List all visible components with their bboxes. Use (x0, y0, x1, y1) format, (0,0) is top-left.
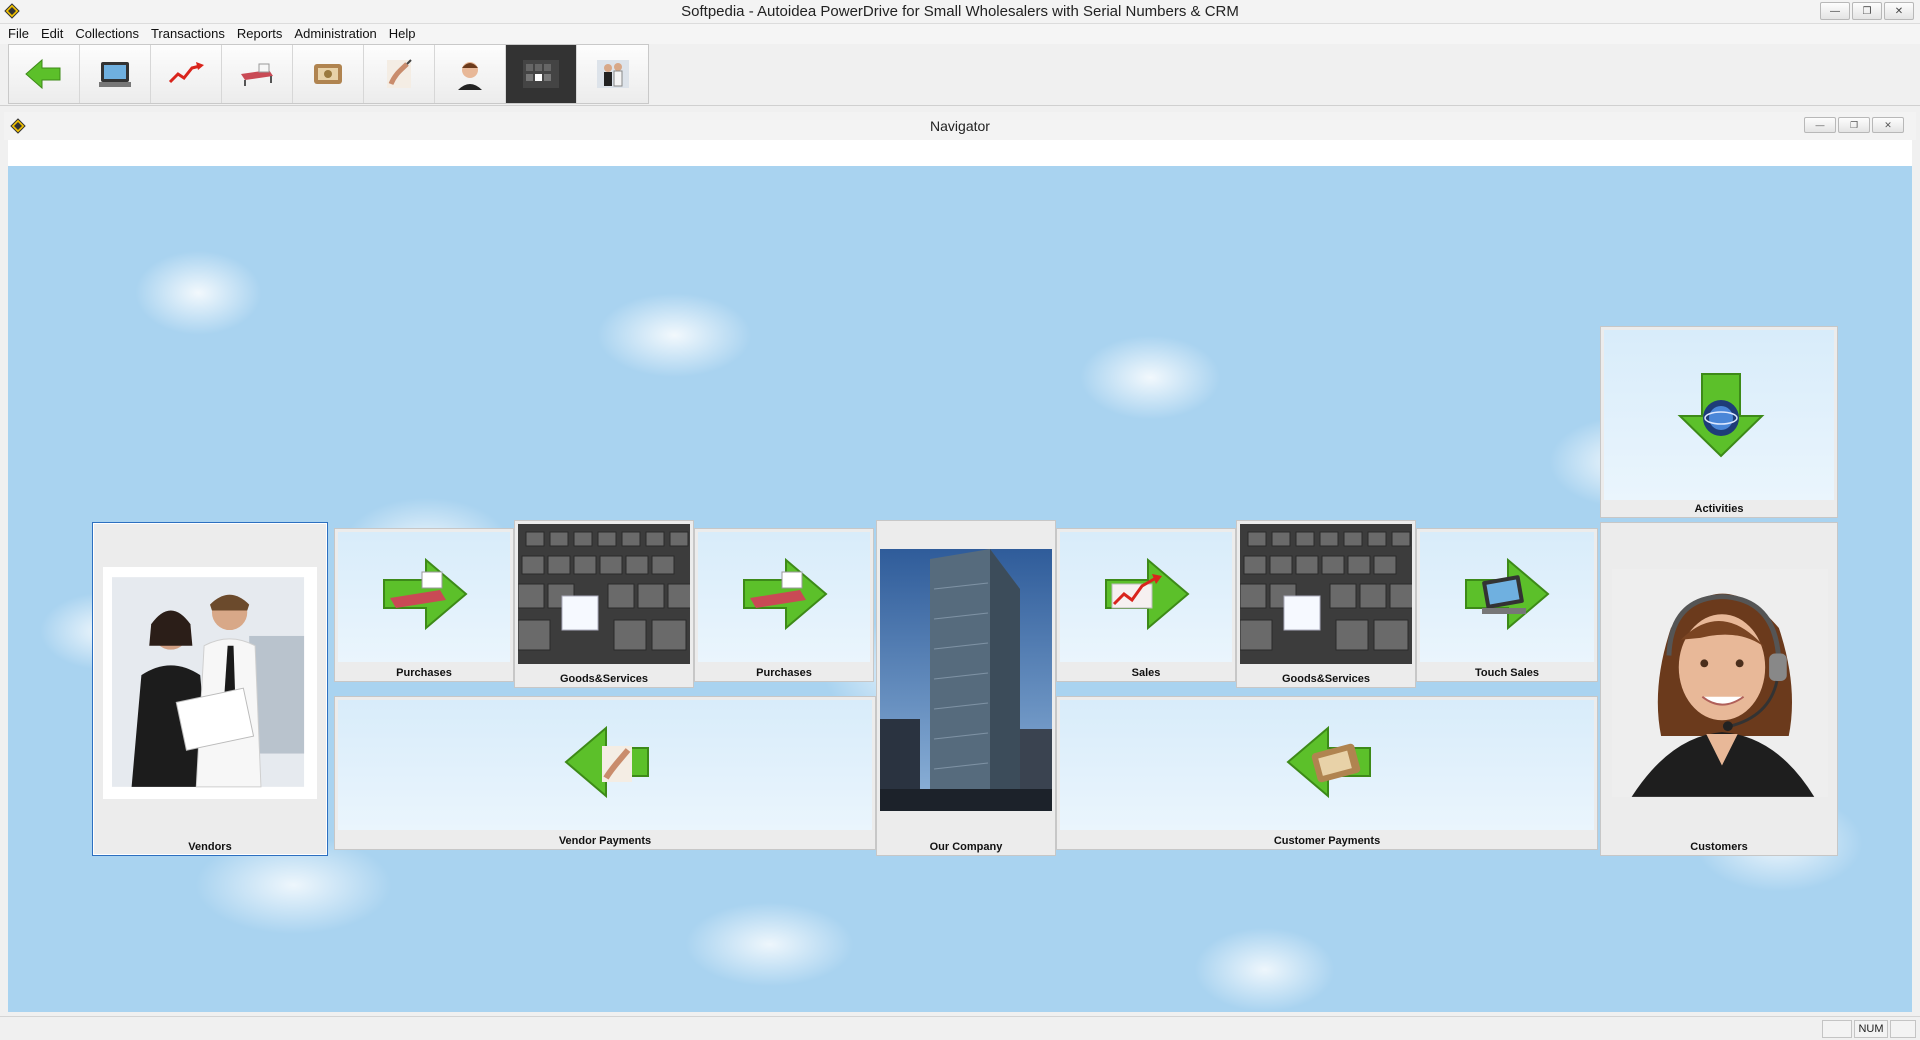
customer-payments-tile-image (1060, 700, 1594, 830)
purchases-2-tile-image (698, 532, 870, 662)
tile-goods-services-2[interactable]: Goods&Services (1236, 520, 1416, 688)
goods-services-2-tile-image (1240, 524, 1412, 664)
purchases-arrow-icon (383, 557, 468, 631)
tile-customer-payments[interactable]: Customer Payments (1056, 696, 1598, 850)
customers-tile-image (1604, 567, 1834, 799)
navigator-header-strip (8, 140, 1912, 166)
pos-terminal-icon (99, 62, 131, 87)
touch-sales-arrow-icon (1465, 557, 1550, 631)
menu-reports[interactable]: Reports (231, 24, 289, 44)
menu-help[interactable]: Help (383, 24, 422, 44)
tile-customers[interactable]: Customers (1600, 522, 1838, 856)
touch-sales-tile-image (1420, 532, 1594, 662)
cubes-icon (518, 524, 690, 664)
toolbar (0, 44, 1920, 106)
sales-tile-image (1060, 532, 1232, 662)
navigator-close-button[interactable]: ✕ (1872, 117, 1904, 133)
menu-transactions[interactable]: Transactions (145, 24, 231, 44)
navigator-title-bar: Navigator — ❐ ✕ (4, 112, 1916, 140)
navigator-restore-button[interactable]: ❐ (1838, 117, 1870, 133)
toolbar-customers-button[interactable] (435, 45, 506, 103)
minimize-button[interactable]: — (1820, 2, 1850, 20)
window-controls: — ❐ ✕ (1820, 2, 1914, 20)
cart-icon (241, 63, 273, 86)
purchases-tile-image (338, 532, 510, 662)
tile-label-vendor-payments: Vendor Payments (558, 835, 652, 847)
sales-chart-icon (168, 62, 204, 84)
cubes-icon (1240, 524, 1412, 664)
menu-file[interactable]: File (2, 24, 35, 44)
menu-edit[interactable]: Edit (35, 24, 69, 44)
tile-purchases-2[interactable]: Purchases (694, 528, 874, 682)
toolbar-sales-button[interactable] (151, 45, 222, 103)
tile-label-activities: Activities (1694, 503, 1744, 515)
tile-goods-services[interactable]: Goods&Services (514, 520, 694, 688)
toolbar-customer-payments-button[interactable] (293, 45, 364, 103)
toolbar-goods-services-button[interactable] (506, 45, 577, 103)
hand-pen-icon (387, 59, 412, 88)
menu-collections[interactable]: Collections (69, 24, 145, 44)
tile-label-our-company: Our Company (929, 841, 1003, 853)
menu-administration[interactable]: Administration (288, 24, 382, 44)
sales-arrow-icon (1105, 557, 1190, 631)
tile-label-vendors: Vendors (188, 841, 232, 853)
title-bar: Softpedia - Autoidea PowerDrive for Smal… (0, 0, 1920, 24)
tile-vendors[interactable]: Vendors (92, 522, 328, 856)
vendor-payments-tile-image (338, 700, 872, 830)
toolbar-vendor-payments-button[interactable] (364, 45, 435, 103)
activities-tile-image (1604, 330, 1834, 500)
tile-touch-sales[interactable]: Touch Sales (1416, 528, 1598, 682)
window-title: Softpedia - Autoidea PowerDrive for Smal… (681, 3, 1239, 20)
support-agent-icon (458, 62, 482, 90)
tile-sales[interactable]: Sales (1056, 528, 1236, 682)
tile-label-goods-services: Goods&Services (559, 673, 649, 685)
purchases-arrow-icon (743, 557, 828, 631)
vendor-payments-arrow-icon (564, 725, 649, 799)
toolbar-touch-sales-button[interactable] (80, 45, 151, 103)
activities-down-arrow-icon (1677, 373, 1765, 458)
tile-label-customers: Customers (1690, 841, 1748, 853)
tile-label-goods-services-2: Goods&Services (1281, 673, 1371, 685)
restore-button[interactable]: ❐ (1852, 2, 1882, 20)
toolbar-button-group (8, 44, 649, 104)
vendors-photo-frame (103, 567, 317, 799)
navigator-title: Navigator (930, 118, 990, 134)
toolbar-back-button[interactable] (9, 45, 80, 103)
tile-label-purchases-2: Purchases (756, 667, 812, 679)
toolbar-vendors-button[interactable] (577, 45, 648, 103)
customer-payments-arrow-icon (1286, 725, 1371, 799)
navigator-minimize-button[interactable]: — (1804, 117, 1836, 133)
toolbar-purchases-button[interactable] (222, 45, 293, 103)
tile-purchases[interactable]: Purchases (334, 528, 514, 682)
tile-vendor-payments[interactable]: Vendor Payments (334, 696, 876, 850)
cubes-icon (523, 60, 559, 88)
navigator-controls: — ❐ ✕ (1804, 117, 1904, 133)
money-icon (314, 64, 342, 84)
status-cell-empty (1822, 1020, 1852, 1038)
status-bar: NUM (0, 1016, 1920, 1040)
goods-services-tile-image (518, 524, 690, 664)
business-people-icon (112, 577, 305, 788)
tile-activities[interactable]: Activities (1600, 326, 1838, 518)
tile-label-purchases: Purchases (396, 667, 452, 679)
status-num-indicator: NUM (1854, 1020, 1888, 1038)
green-arrow-left-icon (25, 58, 61, 90)
tile-label-touch-sales: Touch Sales (1475, 667, 1539, 679)
business-people-icon (596, 60, 629, 88)
support-agent-icon (1612, 569, 1828, 797)
tile-label-sales: Sales (1131, 667, 1161, 679)
tile-our-company[interactable]: Our Company (876, 520, 1056, 856)
office-building-icon (880, 549, 1052, 811)
close-button[interactable]: ✕ (1884, 2, 1914, 20)
navigator-canvas: Vendors Purchases Goods&Services Purchas… (8, 166, 1912, 1012)
navigator-window: Navigator — ❐ ✕ Vendors Purchases Goods&… (4, 112, 1916, 1016)
tile-label-customer-payments: Customer Payments (1273, 835, 1381, 847)
menu-bar: File Edit Collections Transactions Repor… (0, 24, 1920, 44)
our-company-tile-image (880, 549, 1052, 811)
status-cell-empty-2 (1890, 1020, 1916, 1038)
